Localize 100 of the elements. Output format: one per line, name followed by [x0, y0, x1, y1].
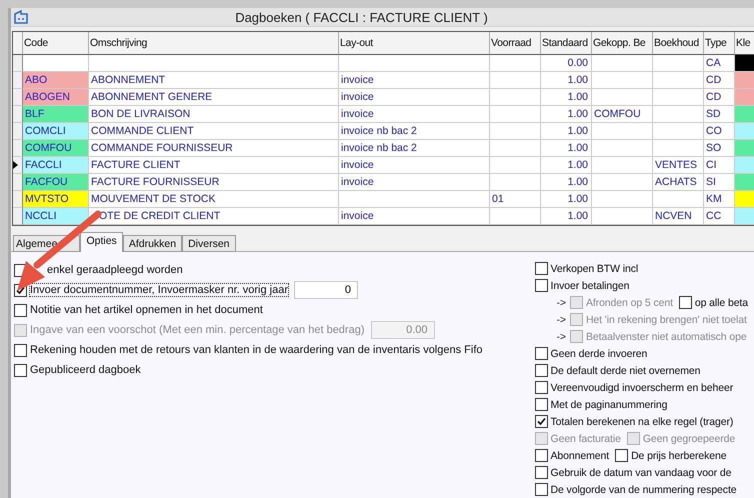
table-cell: invoice: [339, 208, 490, 225]
table-cell: invoice: [339, 157, 490, 174]
table-cell: [592, 123, 653, 140]
option-label: Het 'in rekening brengen' niet toelat: [586, 314, 747, 326]
table-cell: invoice nb bac 2: [339, 140, 490, 157]
table-cell: [592, 72, 653, 89]
table-cell: [490, 140, 541, 157]
table-cell: [653, 106, 704, 123]
checkbox[interactable]: [534, 364, 548, 377]
column-header[interactable]: Type: [704, 32, 735, 55]
option-label: Vereenvoudigd invoerscherm en beheer: [550, 382, 734, 394]
table-cell: NCVEN: [653, 208, 704, 225]
table-cell: COMFOU: [23, 140, 89, 157]
table-cell: CD: [704, 72, 735, 89]
column-header[interactable]: Standaard: [541, 32, 592, 55]
column-header[interactable]: Lay-out: [339, 32, 490, 55]
table-cell: BON DE LIVRAISON: [89, 106, 339, 123]
table-cell: 01: [490, 191, 541, 208]
option-label: Geen derde invoeren: [550, 348, 648, 360]
table-cell: [592, 157, 653, 174]
table-cell: CC: [704, 208, 735, 225]
option-label: De volgorde van de nummering respecte: [550, 484, 737, 496]
table-cell: ABOGEN: [23, 89, 89, 106]
column-header[interactable]: Omschrijving: [89, 32, 339, 55]
table-cell: 1.00: [541, 208, 592, 225]
option-label: Rekening houden met de retours van klanten in de waardering van de inventaris volgens Fifo: [30, 344, 482, 356]
table-cell: invoice: [339, 72, 490, 89]
table-cell: BLF: [23, 106, 89, 123]
table-cell: CO: [704, 123, 735, 140]
checkbox[interactable]: [534, 347, 548, 360]
table-cell: FACTURE FOURNISSEUR: [89, 174, 339, 191]
checkbox[interactable]: [534, 381, 548, 394]
table-cell: invoice: [339, 174, 490, 191]
option-label: Invoer betalingen: [550, 280, 630, 292]
table-cell: [490, 72, 541, 89]
number-field[interactable]: 0: [294, 281, 358, 299]
option-label: Abonnement: [550, 450, 610, 462]
table-cell: 1.00: [541, 191, 592, 208]
arrow-prefix: ->: [556, 314, 566, 326]
option-label: Afronden op 5 cent: [586, 296, 673, 308]
row-selector[interactable]: [13, 157, 23, 174]
option-label: op alle beta: [694, 296, 748, 308]
option-label: Ingave van een voorschot (Met een min. percentage van het bedrag): [30, 324, 364, 336]
option-label: Met de paginanummering: [550, 398, 668, 410]
table-cell: [653, 140, 704, 157]
checkbox[interactable]: [678, 296, 692, 309]
checkbox[interactable]: [534, 279, 548, 292]
checkbox[interactable]: [534, 398, 548, 411]
option-label: Gebruik de datum van vandaag voor de: [550, 466, 732, 478]
option-label: Invoer documentnummer, Invoermasker nr. vorig jaar: [30, 284, 288, 296]
option-label: Notitie van het artikel opnemen in het document: [30, 304, 263, 316]
table-cell: ABO: [23, 72, 89, 89]
table-cell: CA: [704, 55, 735, 72]
table-cell: [592, 89, 653, 106]
checkbox[interactable]: [14, 304, 27, 316]
column-header[interactable]: Kle: [735, 32, 754, 55]
column-header[interactable]: Boekhoud: [653, 32, 704, 55]
column-header[interactable]: Voorraad: [490, 32, 541, 55]
tab[interactable]: Opties: [80, 232, 123, 252]
table-cell: VENTES: [653, 157, 704, 174]
column-header[interactable]: Code: [23, 32, 89, 55]
table-cell: ABONNEMENT: [89, 72, 339, 89]
checkbox[interactable]: [534, 466, 548, 479]
table-cell: COMCLI: [23, 123, 89, 140]
table-cell: COMFOU: [592, 106, 653, 123]
option-label: Geen facturatie: [550, 432, 621, 444]
arrow-prefix: ->: [556, 296, 566, 308]
table-cell: ABONNEMENT GENERE: [89, 89, 339, 106]
option-label: Betaalvenster niet automatisch ope: [586, 330, 747, 342]
table-cell: FACCLI: [23, 157, 89, 174]
checkbox[interactable]: [14, 344, 27, 356]
table-cell: [653, 123, 704, 140]
table-cell: invoice: [339, 89, 490, 106]
checkbox[interactable]: [14, 364, 27, 376]
checkbox[interactable]: [534, 415, 548, 428]
checkbox[interactable]: [615, 449, 628, 462]
table-cell: [490, 55, 541, 72]
column-header[interactable]: Gekopp. Be: [592, 32, 653, 55]
option-label: Totalen berekenen na elke regel (trager): [550, 416, 734, 428]
tab[interactable]: Diversen: [182, 235, 236, 252]
table-cell: COMMANDE CLIENT: [89, 123, 339, 140]
checkbox[interactable]: [534, 449, 548, 462]
checkbox[interactable]: [534, 483, 548, 496]
table-cell: [653, 191, 704, 208]
option-label: enkel geraadpleegd worden: [47, 264, 183, 276]
table-cell: [23, 55, 89, 72]
table-cell: [592, 174, 653, 191]
table-cell: NCCLI: [23, 208, 89, 225]
app-icon: [13, 9, 29, 25]
table-cell: [490, 123, 541, 140]
table-cell: SI: [704, 174, 735, 191]
table-cell: invoice nb bac 2: [339, 123, 490, 140]
table-cell: 1.00: [541, 106, 592, 123]
table-cell: [490, 106, 541, 123]
table-cell: 0.00: [541, 55, 592, 72]
table-cell: FACTURE CLIENT: [89, 157, 339, 174]
tab[interactable]: Afdrukken: [122, 235, 182, 252]
checkbox[interactable]: [534, 262, 548, 275]
table-cell: 1.00: [541, 174, 592, 191]
table-cell: CI: [704, 157, 735, 174]
